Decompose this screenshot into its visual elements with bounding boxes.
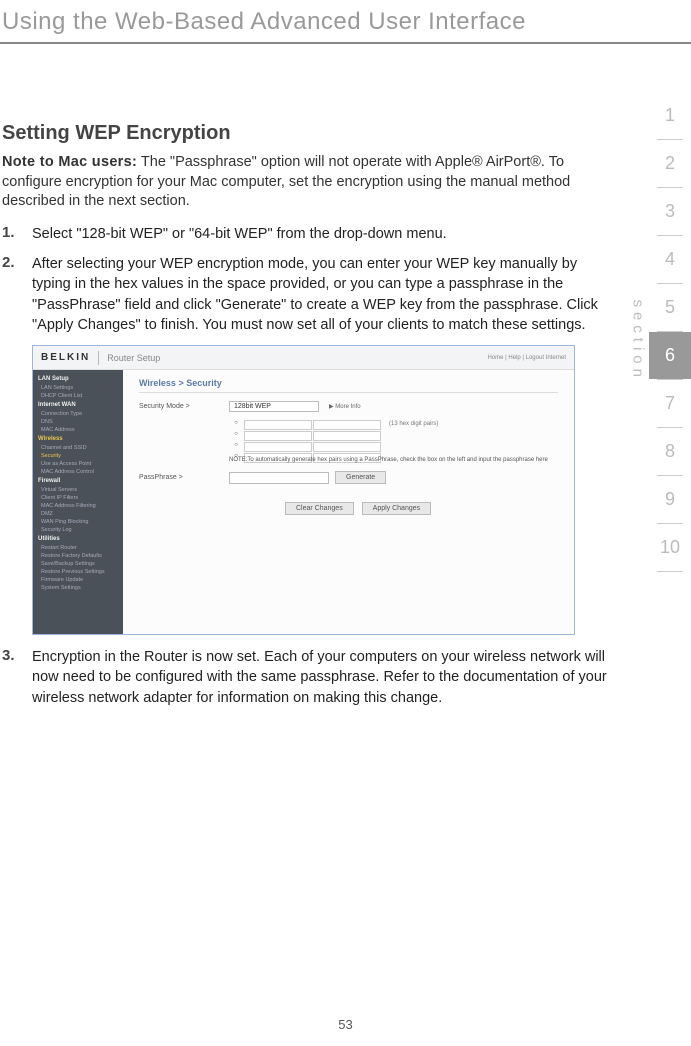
sidebar-item[interactable]: MAC Address Filtering xyxy=(33,502,123,510)
step-3: 3. Encryption in the Router is now set. … xyxy=(2,647,607,708)
sidebar-item-security-active[interactable]: Security xyxy=(33,452,123,460)
step-3-num: 3. xyxy=(2,647,32,708)
key-cell[interactable] xyxy=(244,420,312,430)
note-label: Note to Mac users: xyxy=(2,154,137,170)
key-radio-3[interactable]: ○ xyxy=(229,442,243,452)
sidebar-item[interactable]: MAC Address xyxy=(33,426,123,434)
sidebar-item[interactable]: Restart Router xyxy=(33,544,123,552)
top-links[interactable]: Home | Help | Logout Internet xyxy=(488,355,567,361)
sidebar-group-header-wireless: Wireless xyxy=(33,434,123,444)
sidebar-item[interactable]: DNS xyxy=(33,418,123,426)
sidebar-item[interactable]: Virtual Servers xyxy=(33,486,123,494)
nav-3[interactable]: 3 xyxy=(649,188,691,235)
step-2: 2. After selecting your WEP encryption m… xyxy=(2,254,607,335)
security-mode-select[interactable]: 128bit WEP xyxy=(229,401,319,412)
nav-6-active[interactable]: 6 xyxy=(649,332,691,379)
vertical-divider xyxy=(98,351,99,365)
nav-divider xyxy=(657,571,683,572)
ss-topbar: BELKIN Router Setup Home | Help | Logout… xyxy=(33,346,574,370)
content-area: Setting WEP Encryption Note to Mac users… xyxy=(2,122,607,718)
section-title: Setting WEP Encryption xyxy=(2,122,607,145)
sidebar-item[interactable]: Restore Factory Defaults xyxy=(33,552,123,560)
key-cell[interactable] xyxy=(313,431,381,441)
nav-7[interactable]: 7 xyxy=(649,380,691,427)
sidebar-group-header: LAN Setup xyxy=(33,374,123,384)
mac-users-note: Note to Mac users: The "Passphrase" opti… xyxy=(2,153,607,212)
clear-changes-button[interactable]: Clear Changes xyxy=(285,502,354,515)
sidebar-item[interactable]: MAC Address Control xyxy=(33,468,123,476)
chapter-rule xyxy=(0,42,691,44)
button-row: Clear Changes Apply Changes xyxy=(279,502,558,515)
sidebar-group-header: Internet WAN xyxy=(33,400,123,410)
sidebar-item[interactable]: Save/Backup Settings xyxy=(33,560,123,568)
app-title: Router Setup xyxy=(107,353,160,363)
passphrase-help: NOTE:To automatically generate hex pairs… xyxy=(229,457,549,463)
key-cell[interactable] xyxy=(313,442,381,452)
sidebar-item[interactable]: Use as Access Point xyxy=(33,460,123,468)
key-cell[interactable] xyxy=(313,420,381,430)
step-2-num: 2. xyxy=(2,254,32,335)
ss-body: Wireless > Security Security Mode > 128b… xyxy=(123,370,574,634)
chapter-header: Using the Web-Based Advanced User Interf… xyxy=(0,0,691,36)
generate-button[interactable]: Generate xyxy=(335,471,386,484)
sidebar-item[interactable]: Channel and SSID xyxy=(33,444,123,452)
key-radio-2[interactable]: ○ xyxy=(229,431,243,441)
sidebar-item[interactable]: System Settings xyxy=(33,584,123,592)
passphrase-row: PassPhrase > Generate xyxy=(139,471,558,484)
step-1: 1. Select "128-bit WEP" or "64-bit WEP" … xyxy=(2,224,607,244)
nav-5[interactable]: 5 xyxy=(649,284,691,331)
sidebar-item[interactable]: Firmware Update xyxy=(33,576,123,584)
sidebar-item[interactable]: DMZ xyxy=(33,510,123,518)
section-nav: 1 2 3 4 5 6 7 8 9 10 xyxy=(649,92,691,572)
router-setup-screenshot: BELKIN Router Setup Home | Help | Logout… xyxy=(32,345,575,635)
step-1-num: 1. xyxy=(2,224,32,244)
belkin-logo: BELKIN xyxy=(41,352,90,363)
apply-changes-button[interactable]: Apply Changes xyxy=(362,502,431,515)
sidebar-item[interactable]: Client IP Filters xyxy=(33,494,123,502)
sidebar-item[interactable]: LAN Settings xyxy=(33,384,123,392)
passphrase-input[interactable] xyxy=(229,472,329,484)
nav-10[interactable]: 10 xyxy=(649,524,691,571)
sidebar-group-header: Firewall xyxy=(33,476,123,486)
sidebar-item[interactable]: DHCP Client List xyxy=(33,392,123,400)
ss-sidebar: LAN Setup LAN Settings DHCP Client List … xyxy=(33,370,123,634)
nav-9[interactable]: 9 xyxy=(649,476,691,523)
breadcrumb: Wireless > Security xyxy=(139,378,558,393)
step-2-text: After selecting your WEP encryption mode… xyxy=(32,254,607,335)
key-radio-1[interactable]: ○ xyxy=(229,420,243,430)
sidebar-group-header: Utilities xyxy=(33,534,123,544)
security-mode-row: Security Mode > 128bit WEP ▶ More Info xyxy=(139,401,558,412)
ss-main: LAN Setup LAN Settings DHCP Client List … xyxy=(33,370,574,634)
sidebar-item[interactable]: Restore Previous Settings xyxy=(33,568,123,576)
security-mode-label: Security Mode > xyxy=(139,403,229,410)
more-info-link[interactable]: ▶ More Info xyxy=(329,403,361,410)
sidebar-item[interactable]: Connection Type xyxy=(33,410,123,418)
key-cell[interactable] xyxy=(244,431,312,441)
sidebar-item[interactable]: WAN Ping Blocking xyxy=(33,518,123,526)
hex-note: (13 hex digit pairs) xyxy=(389,421,558,427)
nav-2[interactable]: 2 xyxy=(649,140,691,187)
nav-4[interactable]: 4 xyxy=(649,236,691,283)
nav-1[interactable]: 1 xyxy=(649,92,691,139)
section-vertical-label: section xyxy=(630,299,647,382)
step-3-text: Encryption in the Router is now set. Eac… xyxy=(32,647,607,708)
step-1-text: Select "128-bit WEP" or "64-bit WEP" fro… xyxy=(32,224,447,244)
sidebar-item[interactable]: Security Log xyxy=(33,526,123,534)
nav-8[interactable]: 8 xyxy=(649,428,691,475)
page-number: 53 xyxy=(0,1017,691,1032)
passphrase-label: PassPhrase > xyxy=(139,474,229,481)
key-cell[interactable] xyxy=(244,442,312,452)
